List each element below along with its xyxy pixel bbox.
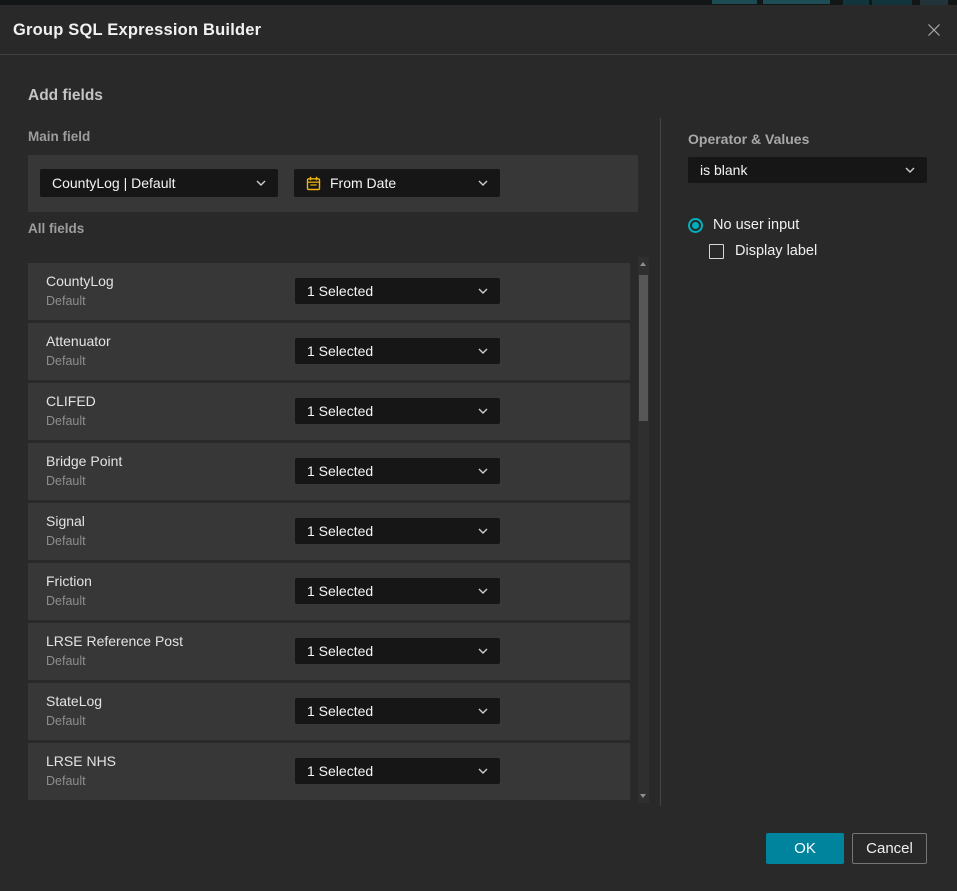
list-scrollbar[interactable] — [638, 257, 649, 803]
all-fields-label: All fields — [28, 221, 84, 236]
chevron-down-icon — [478, 648, 488, 654]
chevron-down-icon — [478, 588, 488, 594]
field-selected-dropdown[interactable]: 1 Selected — [295, 338, 500, 364]
panel-divider — [660, 118, 661, 806]
scrollbar-up-arrow-icon[interactable] — [640, 262, 646, 266]
dialog-title: Group SQL Expression Builder — [13, 5, 261, 55]
chevron-down-icon — [478, 768, 488, 774]
no-user-input-radio[interactable]: No user input — [688, 217, 799, 233]
field-name: Friction — [46, 573, 92, 589]
chevron-down-icon — [478, 348, 488, 354]
ok-button[interactable]: OK — [766, 833, 844, 864]
selected-count: 1 Selected — [307, 523, 373, 539]
backdrop-fragment — [763, 0, 830, 4]
field-row: CountyLog Default 1 Selected — [28, 263, 630, 320]
field-name: LRSE NHS — [46, 753, 116, 769]
field-selected-dropdown[interactable]: 1 Selected — [295, 518, 500, 544]
chevron-down-icon — [478, 528, 488, 534]
dialog-header: Group SQL Expression Builder — [0, 5, 957, 55]
field-row: Bridge Point Default 1 Selected — [28, 443, 630, 500]
field-name: Signal — [46, 513, 85, 529]
selected-count: 1 Selected — [307, 763, 373, 779]
field-subtitle: Default — [46, 534, 86, 548]
backdrop-fragment — [712, 0, 757, 4]
operator-values-label: Operator & Values — [688, 131, 809, 147]
field-selected-dropdown[interactable]: 1 Selected — [295, 278, 500, 304]
field-row: StateLog Default 1 Selected — [28, 683, 630, 740]
field-selected-dropdown[interactable]: 1 Selected — [295, 458, 500, 484]
cancel-button[interactable]: Cancel — [852, 833, 927, 864]
field-subtitle: Default — [46, 654, 86, 668]
field-subtitle: Default — [46, 354, 86, 368]
chevron-down-icon — [478, 180, 488, 186]
field-subtitle: Default — [46, 294, 86, 308]
field-name: CLIFED — [46, 393, 96, 409]
field-name: StateLog — [46, 693, 102, 709]
group-sql-expression-builder-dialog: Group SQL Expression Builder Add fields … — [0, 5, 957, 891]
display-label-checkbox[interactable]: Display label — [709, 243, 817, 259]
operator-select[interactable]: is blank — [688, 157, 927, 183]
selected-count: 1 Selected — [307, 343, 373, 359]
field-subtitle: Default — [46, 474, 86, 488]
chevron-down-icon — [478, 468, 488, 474]
checkbox-label: Display label — [735, 243, 817, 259]
field-row: Signal Default 1 Selected — [28, 503, 630, 560]
selected-count: 1 Selected — [307, 583, 373, 599]
field-name: CountyLog — [46, 273, 114, 289]
all-fields-list: CountyLog Default 1 Selected Attenuator … — [28, 263, 630, 803]
main-field-label: Main field — [28, 129, 90, 144]
field-selected-dropdown[interactable]: 1 Selected — [295, 578, 500, 604]
field-selected-dropdown[interactable]: 1 Selected — [295, 398, 500, 424]
chevron-down-icon — [905, 167, 915, 173]
field-name: Attenuator — [46, 333, 111, 349]
field-selected-dropdown[interactable]: 1 Selected — [295, 638, 500, 664]
chevron-down-icon — [478, 408, 488, 414]
field-name: LRSE Reference Post — [46, 633, 183, 649]
field-row: CLIFED Default 1 Selected — [28, 383, 630, 440]
field-subtitle: Default — [46, 594, 86, 608]
selected-count: 1 Selected — [307, 643, 373, 659]
chevron-down-icon — [478, 288, 488, 294]
screen: Group SQL Expression Builder Add fields … — [0, 0, 957, 891]
layer-select-value: CountyLog | Default — [52, 175, 176, 191]
radio-selected-icon — [688, 218, 703, 233]
close-icon[interactable] — [924, 20, 944, 40]
chevron-down-icon — [256, 180, 266, 186]
field-row: LRSE Reference Post Default 1 Selected — [28, 623, 630, 680]
field-name: Bridge Point — [46, 453, 122, 469]
selected-count: 1 Selected — [307, 283, 373, 299]
field-row: LRSE NHS Default 1 Selected — [28, 743, 630, 800]
section-heading-add-fields: Add fields — [28, 87, 103, 105]
chevron-down-icon — [478, 708, 488, 714]
field-selected-dropdown[interactable]: 1 Selected — [295, 698, 500, 724]
checkbox-unchecked-icon — [709, 244, 724, 259]
main-field-box: CountyLog | Default From Date — [28, 155, 638, 212]
operator-select-value: is blank — [700, 162, 747, 178]
field-subtitle: Default — [46, 414, 86, 428]
field-subtitle: Default — [46, 774, 86, 788]
scrollbar-down-arrow-icon[interactable] — [640, 794, 646, 798]
field-row: Friction Default 1 Selected — [28, 563, 630, 620]
scrollbar-thumb[interactable] — [639, 275, 648, 421]
selected-count: 1 Selected — [307, 703, 373, 719]
field-subtitle: Default — [46, 714, 86, 728]
field-row: Attenuator Default 1 Selected — [28, 323, 630, 380]
selected-count: 1 Selected — [307, 463, 373, 479]
selected-count: 1 Selected — [307, 403, 373, 419]
radio-label: No user input — [713, 217, 799, 233]
field-selected-dropdown[interactable]: 1 Selected — [295, 758, 500, 784]
main-field-field-select[interactable]: From Date — [294, 169, 500, 197]
main-field-layer-select[interactable]: CountyLog | Default — [40, 169, 278, 197]
field-select-value: From Date — [330, 175, 396, 191]
calendar-icon — [306, 176, 321, 191]
